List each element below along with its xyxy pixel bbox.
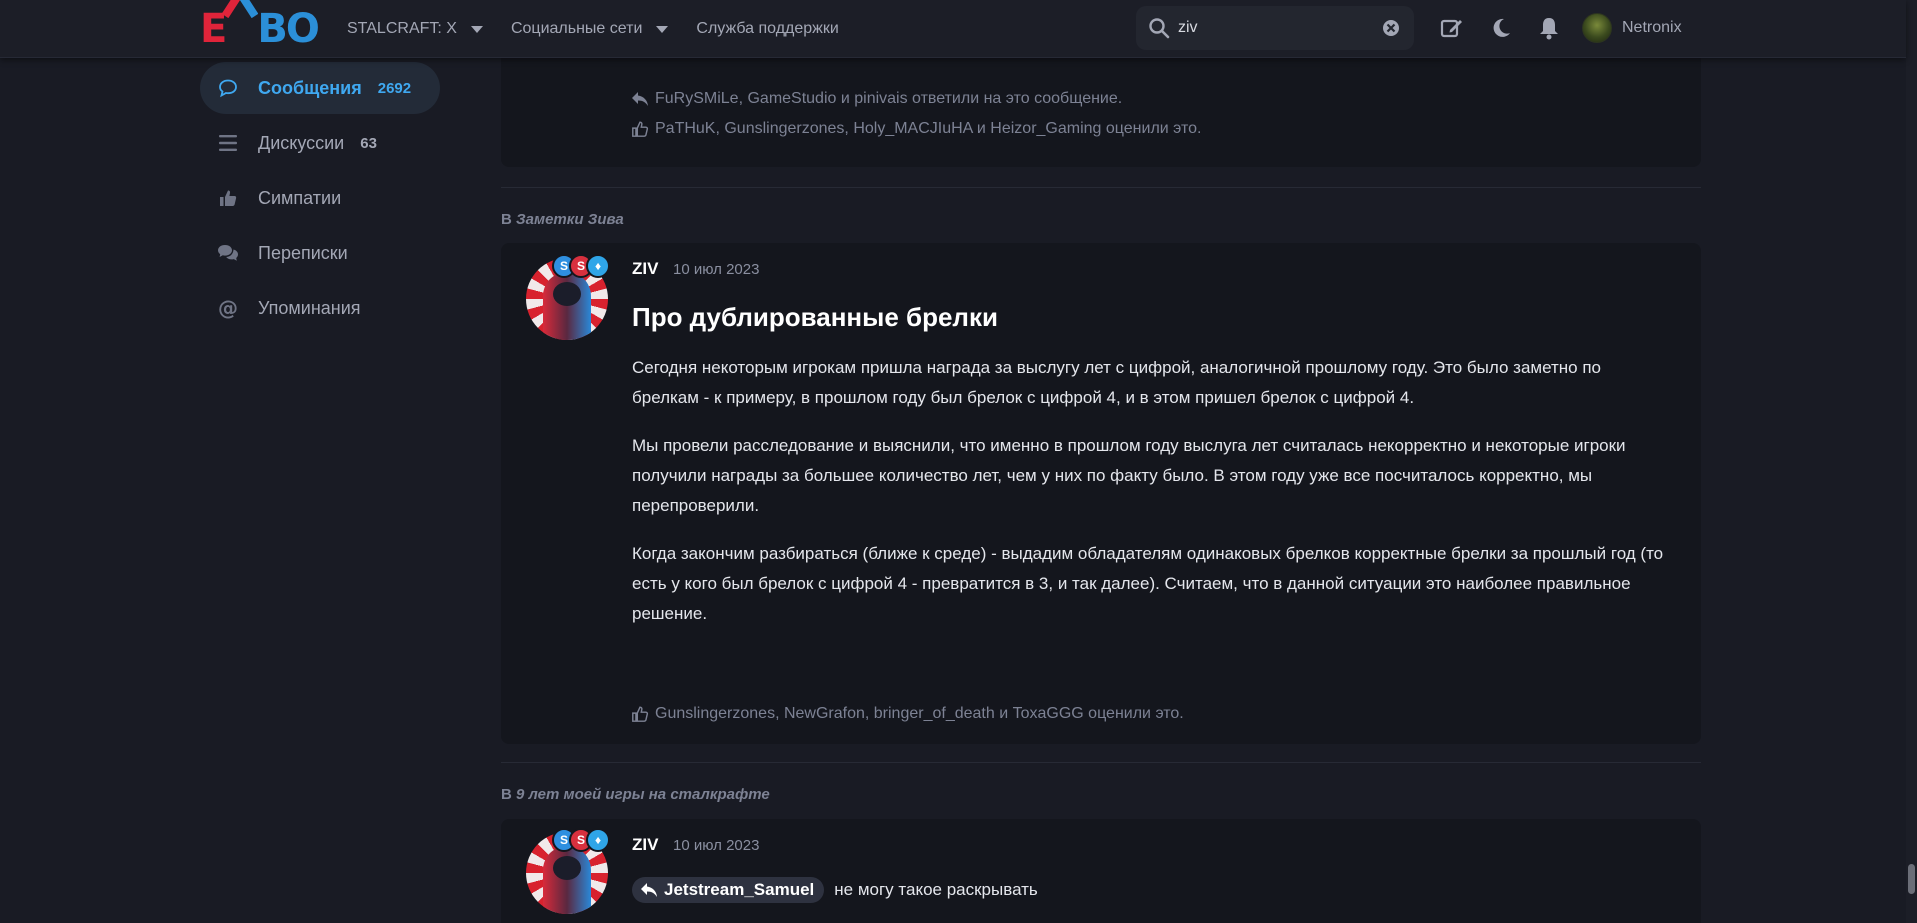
likes-text[interactable]: Gunslingerzones, NewGrafon, bringer_of_d… (655, 705, 1184, 723)
replies-text[interactable]: FuRySMiLe, GameStudio и pinivais ответил… (655, 90, 1122, 108)
sidebar-item-label: Симпатии (258, 187, 342, 208)
post-author[interactable]: ZIV (632, 259, 658, 279)
sidebar-item-label: Переписки (258, 242, 348, 263)
search-box (1136, 6, 1414, 50)
post-author[interactable]: ZIV (632, 835, 658, 855)
post-date[interactable]: 10 июл 2023 (673, 837, 759, 854)
sidebar-item-conversations[interactable]: Переписки (200, 227, 440, 279)
thumbs-up-icon (631, 705, 651, 723)
badge-icon: ♦ (586, 828, 610, 852)
divider (501, 762, 1701, 763)
list-icon (216, 131, 240, 155)
nav-social-label: Социальные сети (510, 20, 643, 37)
post-likes: PaTHuK, Gunslingerzones, Holy_MACJIuHA и… (631, 120, 1201, 138)
post-date[interactable]: 10 июл 2023 (673, 261, 759, 278)
post-title: Про дублированные брелки (632, 302, 998, 332)
reply-icon (641, 883, 657, 897)
top-header: E BO STALCRAFT: X Социальные сети Служба… (0, 0, 1906, 58)
at-icon: @ (218, 296, 238, 320)
conversations-icon (216, 241, 240, 265)
post-paragraph: Когда закончим разбираться (ближе к сред… (632, 544, 1664, 623)
divider (501, 187, 1701, 188)
post-context: В Заметки Зива (501, 211, 624, 228)
post-replies: FuRySMiLe, GameStudio и pinivais ответил… (631, 90, 1122, 108)
context-prefix: В (501, 786, 512, 803)
sidebar-item-label: Дискуссии (258, 132, 345, 153)
quote-username: Jetstream_Samuel (664, 880, 815, 899)
reply-icon (631, 90, 651, 108)
clear-search-icon[interactable] (1382, 19, 1400, 37)
bell-icon[interactable] (1535, 14, 1563, 42)
nav-stalcraft-label: STALCRAFT: X (347, 20, 457, 37)
nav-support-label: Служба поддержки (696, 20, 839, 37)
chat-bubble-icon (216, 76, 240, 100)
sidebar-item-mentions[interactable]: @ Упоминания (200, 282, 440, 334)
scroll-thumb[interactable] (1908, 864, 1915, 894)
exbo-logo[interactable]: E BO (200, 0, 320, 50)
sidebar-item-messages[interactable]: Сообщения 2692 (200, 62, 440, 114)
sidebar-item-likes[interactable]: Симпатии (200, 172, 440, 224)
sidebar-item-label: Упоминания (258, 297, 361, 318)
sidebar-item-count: 2692 (377, 79, 412, 97)
post-body: Jetstream_Samuel не могу такое раскрыват… (632, 877, 1038, 903)
context-thread-link[interactable]: 9 лет моей игры на сталкрафте (516, 786, 770, 803)
sidebar: Сообщения 2692 Дискуссии 63 Симпатии Пер… (200, 62, 440, 337)
moon-icon[interactable] (1487, 14, 1515, 42)
post-card: S S ♦ ZIV 10 июл 2023 Jetstream_Samuel н… (501, 819, 1701, 923)
edit-icon[interactable] (1438, 14, 1466, 42)
post-card: S S ♦ ZIV 10 июл 2023 Про дублированные … (501, 243, 1701, 744)
nav-social[interactable]: Социальные сети (510, 20, 669, 38)
chevron-down-icon[interactable] (470, 25, 483, 33)
sidebar-item-count: 63 (360, 134, 377, 152)
search-input[interactable] (1178, 19, 1378, 37)
sidebar-item-discussions[interactable]: Дискуссии 63 (200, 117, 440, 169)
badge-icon: ♦ (586, 254, 610, 278)
quote-author-chip[interactable]: Jetstream_Samuel (632, 877, 825, 903)
main-nav: STALCRAFT: X Социальные сети Служба подд… (347, 0, 867, 58)
likes-text[interactable]: PaTHuK, Gunslingerzones, Holy_MACJIuHA и… (655, 120, 1201, 138)
thumbs-up-icon (216, 186, 240, 210)
sidebar-item-label: Сообщения (258, 77, 362, 98)
thumbs-up-icon (631, 120, 651, 138)
scrollbar[interactable] (1906, 0, 1917, 923)
context-thread-link[interactable]: Заметки Зива (516, 211, 624, 228)
nav-stalcraft[interactable]: STALCRAFT: X (347, 20, 483, 38)
post-likes: Gunslingerzones, NewGrafon, bringer_of_d… (631, 705, 1184, 723)
post-paragraph: Мы провели расследование и выяснили, что… (632, 436, 1626, 515)
post-paragraph: Сегодня некоторым игрокам пришла награда… (632, 358, 1602, 407)
post-text: не могу такое раскрывать (834, 880, 1038, 899)
avatar (1582, 13, 1612, 43)
post-body: Сегодня некоторым игрокам пришла награда… (632, 353, 1672, 647)
search-icon (1149, 18, 1170, 39)
context-prefix: В (501, 211, 512, 228)
username: Netronix (1622, 19, 1682, 36)
post-context: В 9 лет моей игры на сталкрафте (501, 786, 770, 803)
chevron-down-icon[interactable] (656, 25, 669, 33)
user-menu[interactable]: Netronix (1582, 10, 1682, 46)
nav-support[interactable]: Служба поддержки (696, 20, 838, 38)
